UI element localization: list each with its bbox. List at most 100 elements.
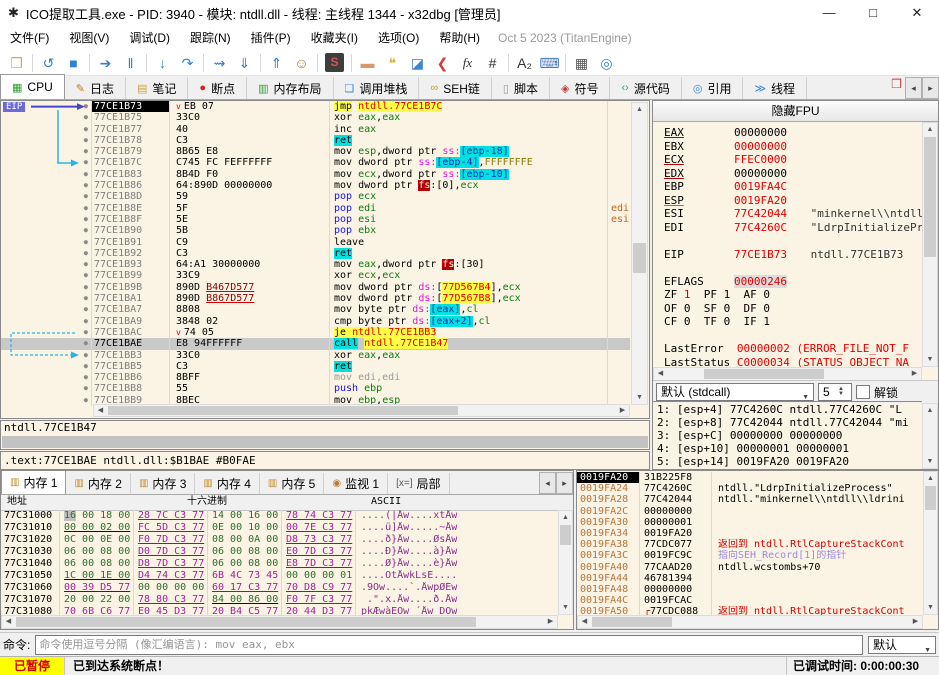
stack-row[interactable]: 0019FA34 0019FA20 [577, 527, 923, 540]
scroll-up-icon[interactable]: ▲ [923, 404, 937, 417]
scroll-thumb[interactable] [16, 617, 476, 627]
breakpoint-dot-icon[interactable]: ● [1, 372, 91, 383]
dump-vertical-scrollbar[interactable]: ▲ ▼ [558, 510, 573, 615]
scroll-thumb[interactable] [560, 525, 571, 545]
menu-item-1[interactable]: 文件(F) [0, 26, 59, 50]
disasm-horizontal-scrollbar[interactable]: ◀ ▶ [93, 404, 630, 417]
last-error-row[interactable]: LastError 00000002 (ERROR_FILE_NOT_F [664, 342, 922, 356]
disasm-row[interactable]: ● 77CE1B90 5B pop ebx [1, 225, 630, 236]
disasm-row[interactable]: ● 77CE1B7C C745 FC FEFFFFFF mov dword ptr s… [1, 157, 630, 169]
call-argument-row[interactable]: 3: [esp+C] 00000000 00000000 [657, 429, 922, 442]
registers-pane[interactable]: 隐藏FPU EAX 00000000 EBX 00000000 ECX FFEC0000 E… [652, 100, 939, 470]
register-row[interactable]: EIP 77CE1B73 ntdll.77CE1B73 [664, 248, 922, 262]
stack-row[interactable]: 0019FA4C 0019FCAC [577, 595, 923, 607]
disasm-row[interactable]: ● 77CE1BB3 33C0 xor eax,eax [1, 350, 630, 361]
breakpoint-dot-icon[interactable]: ● [1, 316, 91, 327]
breakpoint-dot-icon[interactable]: ● [1, 304, 91, 315]
bookmark-icon[interactable]: ❮ [430, 52, 455, 74]
switch-thread-icon[interactable]: ☺ [289, 52, 314, 74]
command-input[interactable] [35, 634, 863, 655]
breakpoint-dot-icon[interactable]: ● [1, 293, 91, 304]
dump-tab-内存 3[interactable]: ▥ 内存 3 [131, 473, 196, 494]
menu-item-2[interactable]: 视图(V) [59, 26, 119, 50]
breakpoint-dot-icon[interactable]: ● [1, 146, 91, 157]
stack-row[interactable]: 0019FA24 77C4260C ntdll."LdrpInitializePro… [577, 483, 923, 495]
tab-断点[interactable]: ● 断点 [188, 77, 248, 99]
disasm-row[interactable]: ● 77CE1B91 C9 leave [1, 237, 630, 248]
unlock-checkbox[interactable] [856, 385, 870, 399]
breakpoint-dot-icon[interactable]: ● [1, 259, 91, 270]
stack-pane[interactable]: 0019FA20 31B225F8 0019FA24 77C4260C ntdll."L… [576, 470, 939, 630]
disasm-row[interactable]: ● 77CE1B75 33C0 xor eax,eax [1, 112, 630, 123]
dump-row[interactable]: 77C31010 00 00 02 00 FC 5D C3 77 0E 00 10 0… [1, 522, 558, 534]
register-row[interactable]: EDX 00000000 [664, 167, 922, 181]
close-button[interactable]: ✕ [895, 0, 939, 26]
stack-horizontal-scrollbar[interactable]: ◀ ▶ [577, 615, 923, 629]
menu-item-8[interactable]: 帮助(H) [429, 26, 490, 50]
scroll-left-icon[interactable]: ◀ [578, 616, 591, 628]
scroll-left-icon[interactable]: ◀ [654, 368, 667, 380]
stack-row[interactable]: 0019FA38 77CDC077 返回到 ntdll.RtlCaptureStac… [577, 539, 923, 551]
tab-内存布局[interactable]: ▥ 内存布局 [247, 77, 334, 99]
flags-row[interactable]: CF 0 TF 0 IF 1 [664, 315, 922, 329]
animate-into-icon[interactable]: ⇝ [207, 52, 232, 74]
disasm-row[interactable]: ● 77CE1B73 v EB 07 jmp ntdll.77CE1B7C [1, 101, 630, 113]
disasm-row[interactable]: ● 77CE1BA9 3848 02 cmp byte ptr ds:[eax+2],… [1, 315, 630, 327]
label-icon[interactable]: ◪ [405, 52, 430, 74]
scroll-thumb[interactable] [633, 243, 646, 273]
breakpoint-dot-icon[interactable]: ● [1, 338, 91, 349]
breakpoint-dot-icon[interactable]: ● [1, 112, 91, 123]
scroll-down-icon[interactable]: ▼ [923, 353, 937, 366]
menu-item-5[interactable]: 插件(P) [241, 26, 301, 50]
dump-tab-内存 2[interactable]: ▥ 内存 2 [66, 473, 131, 494]
maximize-button[interactable]: □ [851, 0, 895, 26]
disasm-row[interactable]: ● 77CE1B9B 890D B467D577 mov dword ptr ds:[… [1, 281, 630, 293]
breakpoint-dot-icon[interactable]: ● [1, 169, 91, 180]
breakpoint-dot-icon[interactable]: ● [1, 135, 91, 146]
tab-CPU[interactable]: ▦ CPU [0, 74, 65, 99]
hide-fpu-button[interactable]: 隐藏FPU [653, 101, 938, 122]
call-argument-row[interactable]: 2: [esp+8] 77C42044 ntdll.77C42044 "mi [657, 416, 922, 429]
disasm-row[interactable]: ● 77CE1B83 8B4D F0 mov ecx,dword ptr ss:[eb… [1, 168, 630, 180]
stack-row[interactable]: 0019FA3C 0019FC9C 指向SEH_Record[1]的指针 [577, 550, 923, 562]
call-argument-row[interactable]: 1: [esp+4] 77C4260C ntdll.77C4260C "L [657, 403, 922, 416]
stack-row[interactable]: 0019FA50 ┌77CDC088 返回到 ntdll.RtlCaptureSta… [577, 606, 923, 615]
tab-SEH链[interactable]: ∞ SEH链 [419, 77, 492, 99]
scroll-up-icon[interactable]: ▲ [924, 472, 937, 485]
stack-row[interactable]: 0019FA28 77C42044 ntdll."minkernel\\ntdll\… [577, 494, 923, 506]
breakpoint-dot-icon[interactable]: ● [1, 383, 91, 394]
breakpoint-dot-icon[interactable]: ● [1, 350, 91, 361]
tab-scroll-left-icon[interactable]: ◂ [905, 77, 922, 99]
scroll-down-icon[interactable]: ▼ [559, 601, 572, 614]
register-gap[interactable] [664, 261, 922, 275]
flags-row[interactable]: OF 0 SF 0 DF 0 [664, 302, 922, 316]
dump-row[interactable]: 77C31020 0C 00 0E 00 F0 7D C3 77 08 00 0A 0… [1, 534, 558, 546]
dump-tab-局部[interactable]: [x=] 局部 [388, 473, 450, 494]
tab-scroll-left-icon[interactable]: ◂ [539, 472, 556, 494]
scroll-thumb[interactable] [924, 137, 936, 257]
scroll-thumb[interactable] [704, 369, 824, 379]
scroll-thumb[interactable] [108, 406, 458, 415]
tab-引用[interactable]: ◎ 引用 [682, 77, 744, 99]
scroll-up-icon[interactable]: ▲ [632, 103, 647, 116]
scroll-up-icon[interactable]: ▲ [923, 123, 937, 136]
stack-row[interactable]: 0019FA20 31B225F8 [577, 472, 923, 484]
stack-vertical-scrollbar[interactable]: ▲ ▼ [923, 471, 938, 615]
register-gap[interactable] [664, 329, 922, 343]
stack-row[interactable]: 0019FA30 00000001 [577, 516, 923, 528]
scroll-left-icon[interactable]: ◀ [2, 616, 15, 628]
scroll-right-icon[interactable]: ▶ [616, 405, 629, 416]
tab-符号[interactable]: ◈ 符号 [550, 77, 611, 99]
stop-debug-icon[interactable]: ■ [61, 52, 86, 74]
scroll-left-icon[interactable]: ◀ [94, 405, 107, 416]
registers-horizontal-scrollbar[interactable]: ◀ ▶ [653, 367, 922, 381]
run-icon[interactable]: ➔ [93, 52, 118, 74]
scroll-right-icon[interactable]: ▶ [908, 368, 921, 380]
calling-convention-dropdown[interactable]: 默认 (stdcall) [656, 383, 814, 406]
dump-row[interactable]: 77C31050 1C 00 1E 00 D4 74 C3 77 6B 4C 73 4… [1, 570, 558, 582]
scroll-up-icon[interactable]: ▲ [559, 511, 572, 524]
tab-笔记[interactable]: ▤ 笔记 [126, 77, 189, 99]
dump-tab-监视 1[interactable]: ◉ 监视 1 [324, 473, 389, 494]
breakpoint-dot-icon[interactable]: ● [1, 361, 91, 372]
assemble-icon[interactable]: ⌨ [537, 52, 562, 74]
